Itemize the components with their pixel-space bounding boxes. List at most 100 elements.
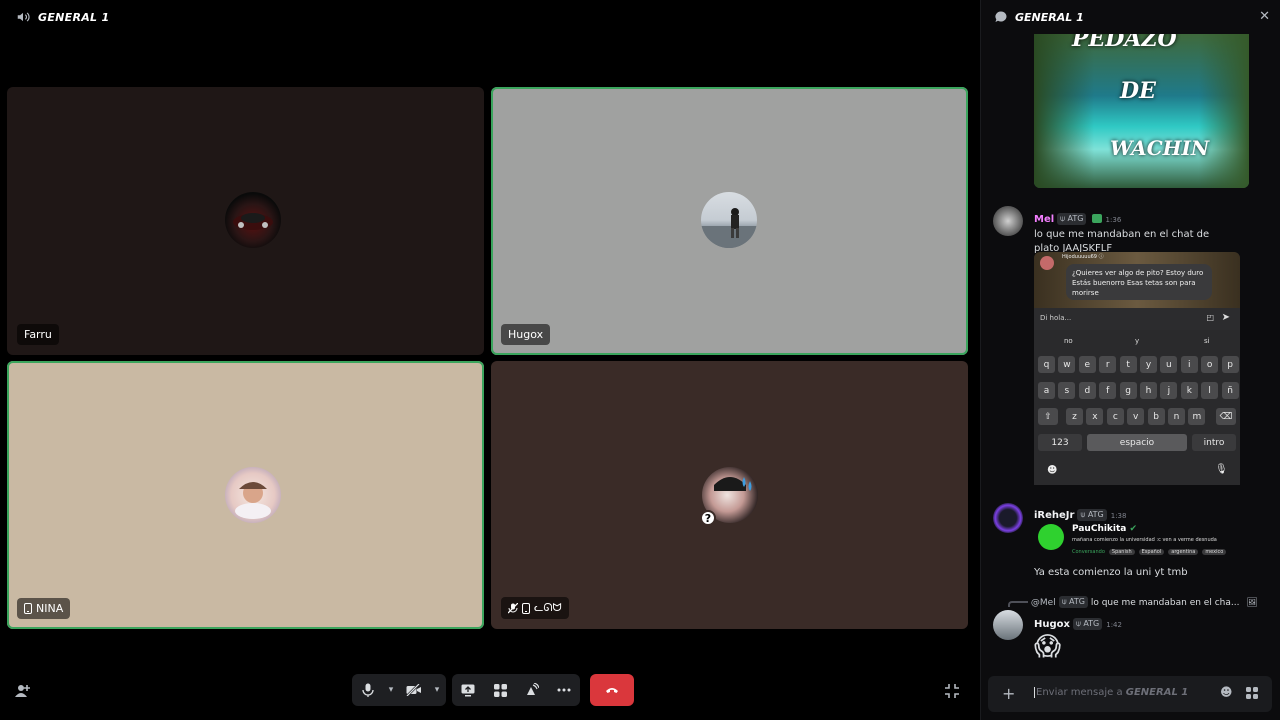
emoji-message: 😱 <box>1034 632 1062 662</box>
add-activity-icon[interactable] <box>15 683 31 703</box>
keyboard-key: l <box>1201 382 1219 399</box>
nameplate: Hugox <box>501 324 551 345</box>
keyboard-key: c <box>1106 408 1124 425</box>
chevron-down-icon[interactable]: ▾ <box>384 674 398 706</box>
keyboard-key: n <box>1168 408 1185 425</box>
username[interactable]: Mel <box>1034 214 1054 225</box>
participant-tile-nina[interactable]: NINA <box>7 361 484 629</box>
voice-area: GENERAL 1 Farru Hugox NINA ? ᓚᘏᗢ ▾ ▾ <box>0 0 976 720</box>
username[interactable]: Hugox <box>1034 619 1070 630</box>
clan-tag: ⍦ ATG <box>1057 213 1087 225</box>
close-icon[interactable]: ✕ <box>1259 9 1270 24</box>
camera-off-icon <box>406 684 421 696</box>
dm-sender: Hijoduuuuu69 ⓘ <box>1062 254 1104 260</box>
phone-keyboard: no y si ⇧ ⌫ 123 espacio intro ☻ 🎙 qwerty… <box>1034 330 1240 485</box>
avatar[interactable] <box>993 206 1023 236</box>
sticker-icon: ◰ <box>1206 313 1214 322</box>
keyboard-key: v <box>1127 408 1145 425</box>
keyboard-key: e <box>1078 356 1096 373</box>
message-hugox: Hugox ⍦ ATG 1:42 😱 <box>1034 612 1264 663</box>
chevron-down-icon[interactable]: ▾ <box>430 674 444 706</box>
keyboard-key: w <box>1058 356 1076 373</box>
share-screen-button[interactable] <box>452 674 484 706</box>
more-options-button[interactable] <box>548 674 580 706</box>
chat-header: GENERAL 1 <box>981 0 1280 34</box>
audio-controls: ▾ ▾ <box>352 674 446 706</box>
image-attachment[interactable]: PEDAZO DE WACHIN <box>1034 34 1249 188</box>
profile-embed[interactable]: PauChikita ✔ mañana comienzo la universi… <box>1034 520 1248 562</box>
avatar[interactable] <box>993 610 1023 640</box>
message-mel: Mel ⍦ ATG 1:36 lo que me mandaban en el c… <box>1034 207 1264 256</box>
dm-avatar <box>1040 256 1054 270</box>
participant-tile-farru[interactable]: Farru <box>7 87 484 355</box>
voice-channel-title: GENERAL 1 <box>38 10 110 24</box>
soundboard-icon <box>527 683 539 695</box>
keyboard-key: b <box>1147 408 1165 425</box>
mic-key-icon: 🎙 <box>1215 464 1228 475</box>
nameplate: Farru <box>17 324 59 345</box>
chat-bubble-icon <box>995 11 1007 22</box>
message-text: Ya esta comienzo la uni yt tmb <box>1034 567 1188 578</box>
emoji-icon[interactable]: ☻ <box>1220 685 1233 699</box>
microphone-icon <box>362 683 374 697</box>
keyboard-key: x <box>1086 408 1104 425</box>
keyboard-key: s <box>1058 382 1076 399</box>
avatar <box>701 192 757 248</box>
avatar[interactable] <box>993 503 1023 533</box>
screen-share-icon <box>461 684 475 696</box>
nameplate: NINA <box>17 598 71 619</box>
image-icon: 🖼 <box>1246 598 1258 608</box>
keyboard-key: g <box>1119 382 1137 399</box>
space-key: espacio <box>1087 434 1187 451</box>
add-attachment-icon[interactable]: + <box>1002 684 1015 703</box>
keyboard-key: a <box>1038 382 1055 399</box>
action-controls <box>452 674 580 706</box>
more-icon <box>557 688 571 692</box>
keyboard-key: z <box>1066 408 1083 425</box>
keyboard-key: q <box>1038 356 1055 373</box>
emoji-key-icon: ☻ <box>1047 465 1058 476</box>
keyboard-key: p <box>1221 356 1239 373</box>
phone-icon <box>522 602 530 614</box>
send-icon: ➤ <box>1221 312 1230 323</box>
keyboard-key: k <box>1180 382 1198 399</box>
backspace-key: ⌫ <box>1216 408 1236 425</box>
voice-header: GENERAL 1 <box>0 0 976 34</box>
dm-bubble: ¿Quieres ver algo de pito? Estoy duro Es… <box>1066 264 1212 300</box>
message-input[interactable]: Enviar mensaje a GENERAL 1 <box>1034 687 1188 698</box>
hang-up-icon <box>606 688 618 693</box>
keyboard-key: i <box>1180 356 1198 373</box>
activities-button[interactable] <box>484 674 516 706</box>
apps-icon[interactable] <box>1246 684 1258 703</box>
num-key: 123 <box>1038 434 1082 451</box>
keyboard-key: d <box>1078 382 1096 399</box>
camera-button[interactable] <box>398 674 430 706</box>
shift-key: ⇧ <box>1038 408 1058 425</box>
enter-key: intro <box>1192 434 1236 451</box>
muted-mic-icon <box>508 602 518 613</box>
reply-preview[interactable]: @Mel ⍦ ATG lo que me mandaban en el cha..… <box>1008 596 1258 608</box>
image-caption-line-3: WACHIN <box>1110 136 1210 160</box>
avatar <box>225 192 281 248</box>
image-caption-line-1: PEDAZO <box>1072 34 1177 52</box>
microphone-button[interactable] <box>352 674 384 706</box>
disconnect-button[interactable] <box>590 674 634 706</box>
keyboard-key: u <box>1160 356 1178 373</box>
keyboard-key: r <box>1099 356 1117 373</box>
keyboard-key: h <box>1140 382 1157 399</box>
activities-icon <box>493 683 507 697</box>
phone-icon <box>24 603 32 614</box>
participant-tile-4[interactable]: ? ᓚᘏᗢ <box>491 361 968 629</box>
verified-icon: ✔ <box>1129 524 1138 534</box>
fullscreen-icon[interactable] <box>945 683 959 702</box>
keyboard-key: o <box>1201 356 1219 373</box>
nameplate: ᓚᘏᗢ <box>501 597 569 619</box>
chat-title: GENERAL 1 <box>1015 10 1084 24</box>
keyboard-key: f <box>1099 382 1117 399</box>
soundboard-button[interactable] <box>516 674 548 706</box>
keyboard-key: m <box>1188 408 1206 425</box>
keyboard-key: y <box>1140 356 1157 373</box>
profile-avatar <box>1038 524 1064 550</box>
image-caption-line-2: DE <box>1120 78 1156 104</box>
participant-tile-hugox[interactable]: Hugox <box>491 87 968 355</box>
